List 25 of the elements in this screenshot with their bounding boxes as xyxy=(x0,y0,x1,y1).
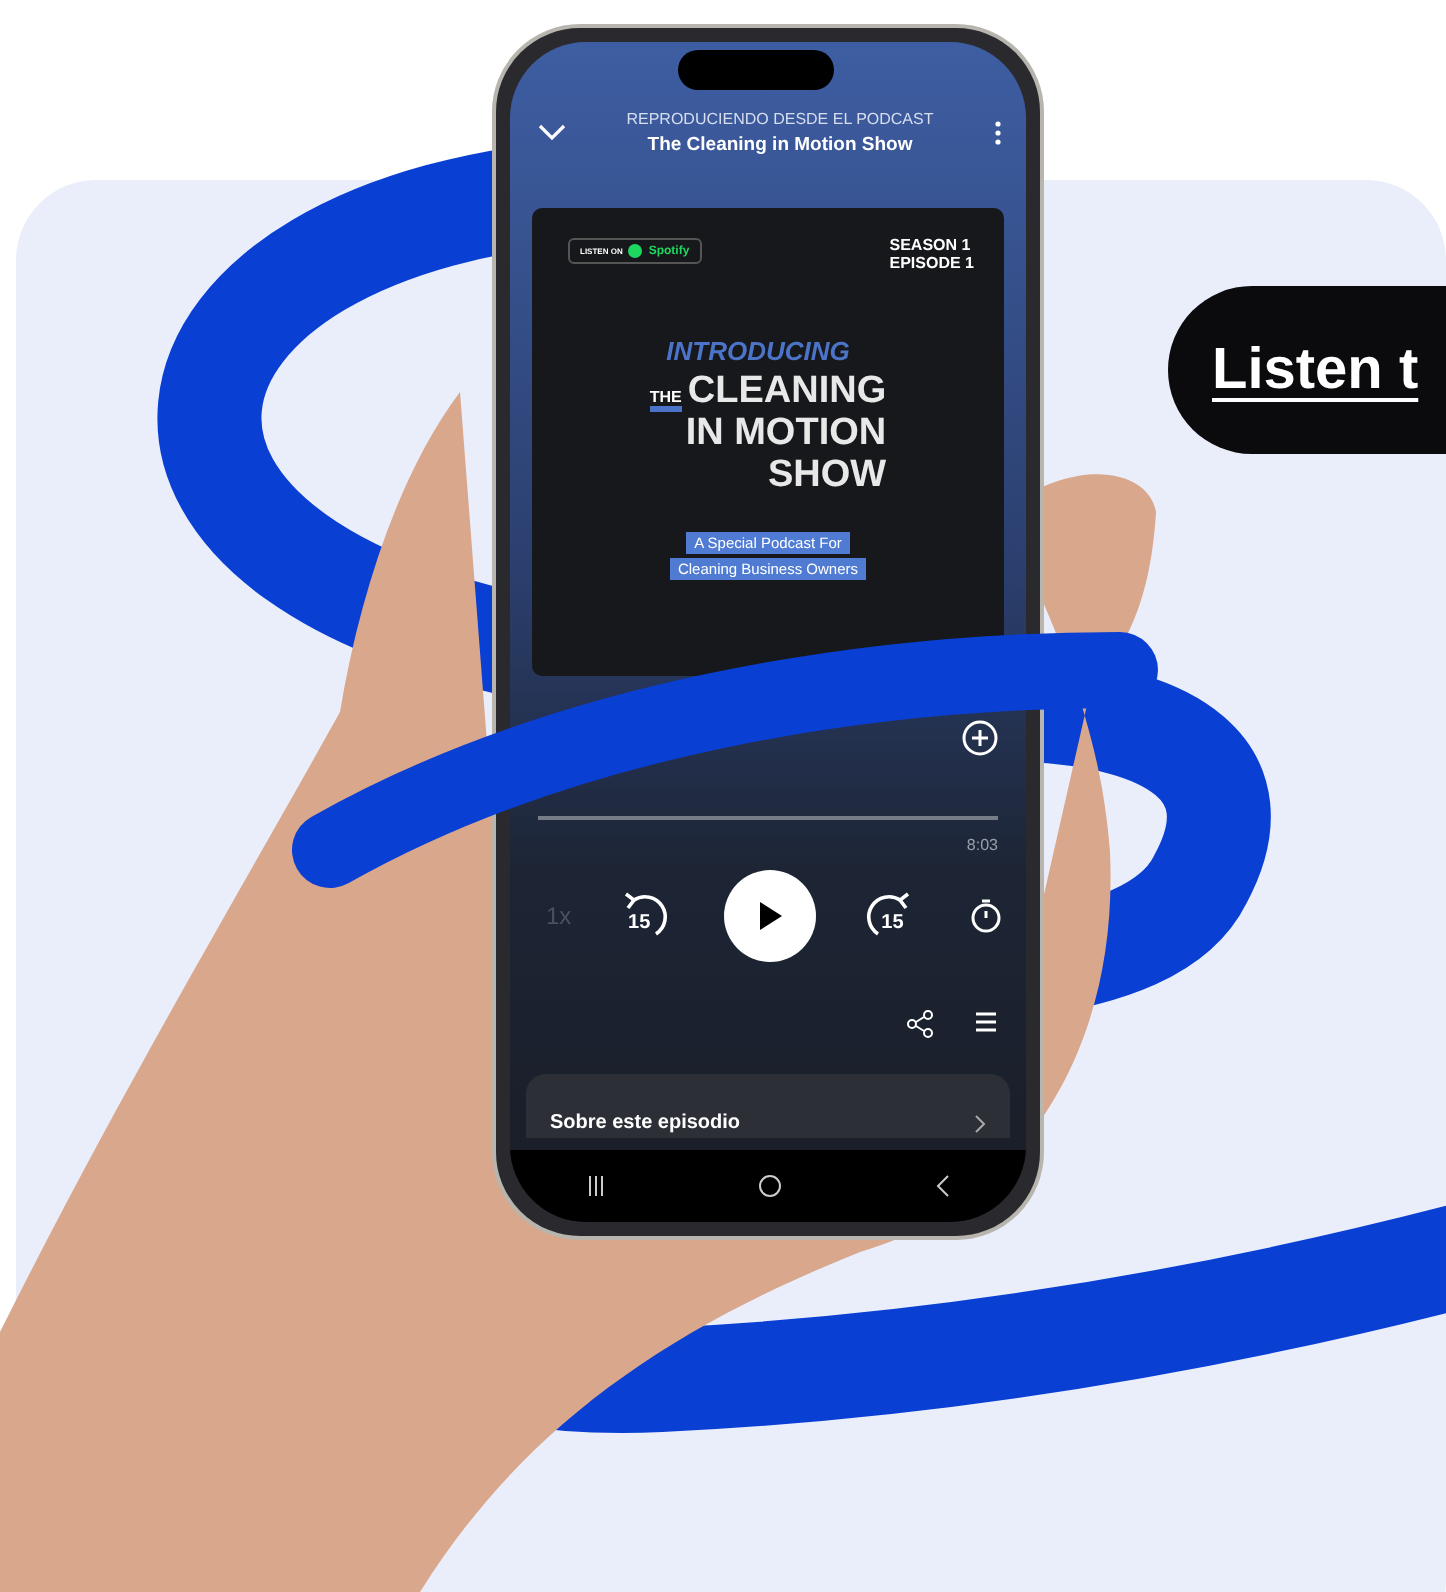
intro-text: INTRODUCING xyxy=(666,336,850,366)
duration-label: 8:03 xyxy=(966,836,998,854)
podcast-title: The Cleaning in Motion Show xyxy=(647,134,913,156)
play-icon xyxy=(756,900,785,932)
add-icon[interactable] xyxy=(962,720,998,756)
home-icon[interactable] xyxy=(758,1174,783,1198)
show-title-line: IN MOTION xyxy=(685,412,887,454)
share-icon[interactable] xyxy=(906,1010,934,1038)
recent-apps-icon[interactable] xyxy=(586,1176,607,1196)
episode-label: EPISODE 1 xyxy=(889,254,974,272)
chevron-right-icon xyxy=(974,1114,986,1134)
show-title-line: SHOW xyxy=(768,454,887,496)
about-episode-card[interactable]: Sobre este episodio xyxy=(526,1074,1010,1138)
play-button[interactable] xyxy=(724,870,817,962)
chevron-down-icon[interactable] xyxy=(538,124,566,142)
show-title-line: CLEANING xyxy=(687,370,887,412)
season-label: SEASON 1 xyxy=(889,236,973,254)
timer-icon[interactable] xyxy=(970,898,1002,934)
show-title-prefix: THE xyxy=(649,388,682,412)
back-icon[interactable] xyxy=(935,1174,950,1198)
skip-back-button[interactable]: 15 xyxy=(618,886,679,946)
more-icon[interactable] xyxy=(994,120,1002,146)
skip-forward-button[interactable]: 15 xyxy=(863,886,924,946)
listen-link[interactable]: Listen t xyxy=(1168,286,1446,454)
context-label: REPRODUCIENDO DESDE EL PODCAST xyxy=(626,110,934,128)
